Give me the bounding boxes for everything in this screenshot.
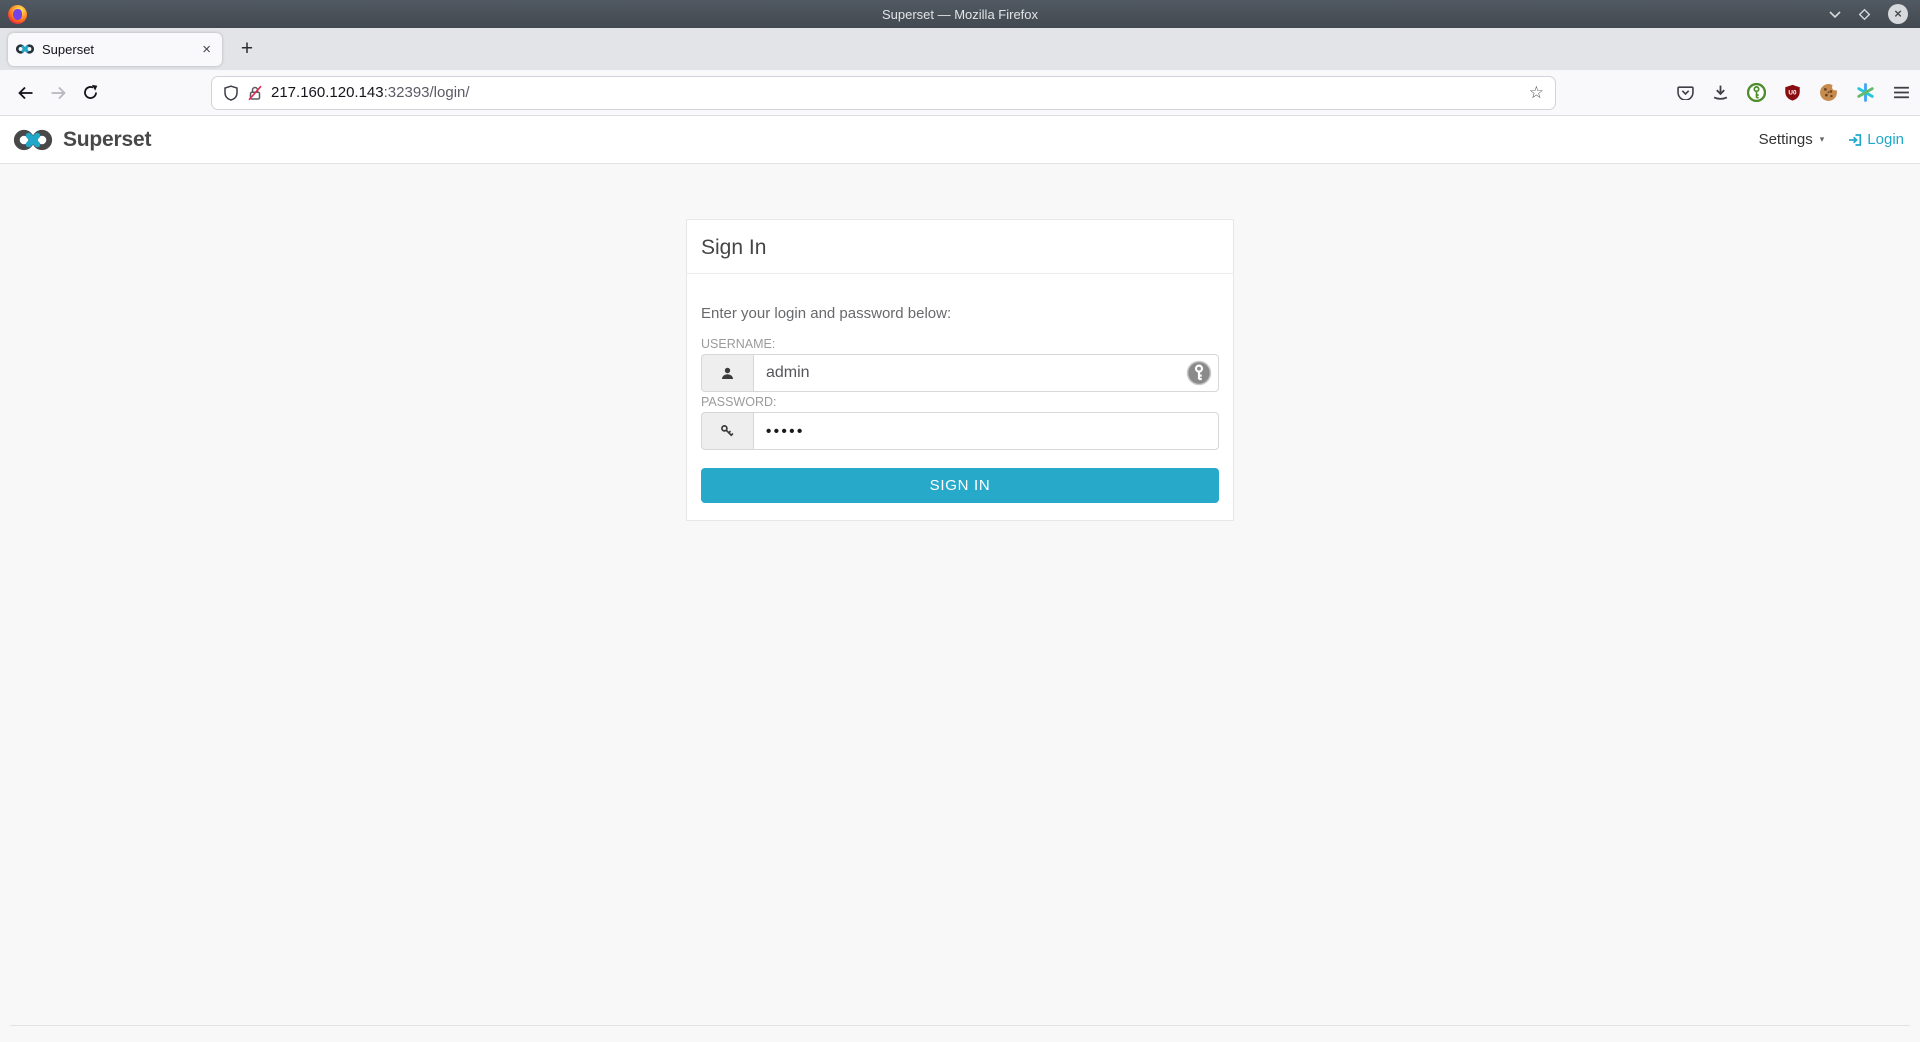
toolbar-extensions: U0 — [1677, 83, 1910, 102]
new-tab-button[interactable]: + — [232, 34, 262, 64]
keepassxc-autofill-icon[interactable] — [1186, 360, 1212, 391]
superset-favicon — [16, 43, 34, 55]
navbar-right: Settings ▾ Login — [1759, 131, 1908, 148]
settings-label: Settings — [1759, 131, 1813, 148]
url-text[interactable]: 217.160.120.143:32393/login/ — [271, 84, 1520, 101]
tracking-protection-shield-icon[interactable] — [223, 85, 239, 101]
reload-button[interactable] — [74, 77, 106, 109]
password-group — [701, 412, 1219, 450]
sign-in-button[interactable]: SIGN IN — [701, 468, 1219, 503]
chevron-down-icon: ▾ — [1820, 134, 1825, 145]
username-addon — [701, 354, 753, 392]
keepassxc-extension-icon[interactable] — [1747, 83, 1766, 102]
sparkle-extension-icon[interactable] — [1856, 83, 1875, 102]
superset-brand[interactable]: Superset — [12, 127, 151, 153]
window-close-icon[interactable]: × — [1888, 4, 1908, 24]
page-content: Sign In Enter your login and password be… — [0, 164, 1920, 1042]
user-icon — [720, 366, 735, 381]
username-group — [701, 354, 1219, 392]
panel-title: Sign In — [687, 220, 1233, 274]
window-titlebar: Superset — Mozilla Firefox × — [0, 0, 1920, 28]
svg-text:U0: U0 — [1788, 90, 1797, 97]
sign-in-panel: Sign In Enter your login and password be… — [686, 219, 1234, 521]
forward-button[interactable] — [42, 77, 74, 109]
settings-menu[interactable]: Settings ▾ — [1759, 131, 1825, 148]
back-button[interactable] — [10, 77, 42, 109]
url-bar[interactable]: 217.160.120.143:32393/login/ ☆ — [212, 77, 1555, 109]
tab-title: Superset — [42, 42, 199, 57]
password-addon — [701, 412, 753, 450]
ublock-origin-icon[interactable]: U0 — [1784, 84, 1801, 101]
window-title: Superset — Mozilla Firefox — [0, 7, 1920, 22]
window-maximize-icon[interactable] — [1858, 8, 1871, 21]
password-label: PASSWORD: — [701, 395, 1219, 409]
window-controls: × — [1829, 4, 1908, 24]
downloads-icon[interactable] — [1712, 84, 1729, 101]
password-input[interactable] — [753, 412, 1219, 450]
instruction-text: Enter your login and password below: — [701, 305, 1219, 322]
page-footer-divider — [10, 1025, 1910, 1042]
superset-logo-icon — [12, 127, 54, 153]
url-path: :32393/login/ — [384, 84, 470, 101]
superset-navbar: Superset Settings ▾ Login — [0, 116, 1920, 164]
username-input[interactable] — [753, 354, 1219, 392]
cookie-extension-icon[interactable] — [1819, 83, 1838, 102]
username-label: USERNAME: — [701, 337, 1219, 351]
window-minimize-icon[interactable] — [1829, 10, 1841, 19]
login-label: Login — [1867, 131, 1904, 148]
url-host: 217.160.120.143 — [271, 84, 384, 101]
brand-title: Superset — [63, 128, 151, 152]
sign-in-icon — [1848, 133, 1863, 147]
key-icon — [720, 424, 735, 439]
navigation-toolbar: 217.160.120.143:32393/login/ ☆ U0 — [0, 70, 1920, 116]
login-link[interactable]: Login — [1848, 131, 1904, 148]
tab-close-icon[interactable]: × — [199, 41, 214, 58]
tab-strip: Superset × + — [0, 28, 1920, 70]
menu-icon[interactable] — [1893, 86, 1910, 99]
bookmark-star-icon[interactable]: ☆ — [1529, 83, 1544, 103]
insecure-lock-icon[interactable] — [248, 85, 262, 101]
sign-in-form: Enter your login and password below: USE… — [687, 274, 1233, 520]
tab-superset[interactable]: Superset × — [8, 33, 222, 66]
pocket-icon[interactable] — [1677, 85, 1694, 100]
